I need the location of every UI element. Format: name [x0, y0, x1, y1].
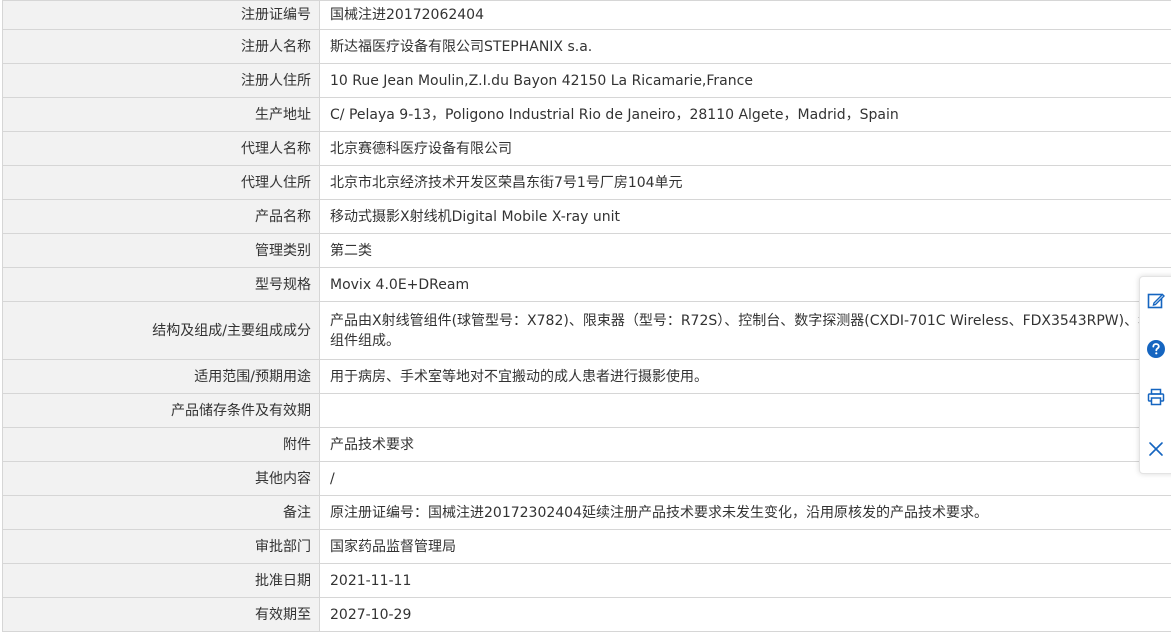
- row-label: 其他内容: [2, 461, 320, 496]
- row-value: 2027-10-29: [319, 597, 1171, 632]
- registration-info-table: 注册证编号 国械注进20172062404 注册人名称 斯达福医疗设备有限公司S…: [2, 0, 1171, 632]
- row-label: 有效期至: [2, 597, 320, 632]
- close-icon: [1149, 442, 1163, 456]
- row-label: 批准日期: [2, 563, 320, 598]
- row-label: 备注: [2, 495, 320, 530]
- row-label: 生产地址: [2, 97, 320, 132]
- table-row: 产品储存条件及有效期: [2, 393, 1171, 428]
- print-icon: [1147, 388, 1165, 406]
- row-label: 管理类别: [2, 233, 320, 268]
- row-value: 原注册证编号：国械注进20172302404延续注册产品技术要求未发生变化，沿用…: [319, 495, 1171, 530]
- row-label: 注册人住所: [2, 63, 320, 98]
- table-row: 备注 原注册证编号：国械注进20172302404延续注册产品技术要求未发生变化…: [2, 495, 1171, 530]
- row-label: 附件: [2, 427, 320, 462]
- row-value: 2021-11-11: [319, 563, 1171, 598]
- edit-button[interactable]: [1140, 277, 1171, 325]
- page: 注册证编号 国械注进20172062404 注册人名称 斯达福医疗设备有限公司S…: [0, 0, 1171, 633]
- row-label: 注册证编号: [2, 0, 320, 30]
- table-row: 审批部门 国家药品监督管理局: [2, 529, 1171, 564]
- table-row: 管理类别 第二类: [2, 233, 1171, 268]
- table-row: 注册人名称 斯达福医疗设备有限公司STEPHANIX s.a.: [2, 29, 1171, 64]
- row-value: 移动式摄影X射线机Digital Mobile X-ray unit: [319, 199, 1171, 234]
- table-row: 代理人住所 北京市北京经济技术开发区荣昌东街7号1号厂房104单元: [2, 165, 1171, 200]
- table-row: 附件 产品技术要求: [2, 427, 1171, 462]
- close-button[interactable]: [1140, 425, 1171, 473]
- table-row: 生产地址 C/ Pelaya 9-13，Poligono Industrial …: [2, 97, 1171, 132]
- table-row: 代理人名称 北京赛德科医疗设备有限公司: [2, 131, 1171, 166]
- table-row: 其他内容 /: [2, 461, 1171, 496]
- row-value: Movix 4.0E+DReam: [319, 267, 1171, 302]
- row-value: 北京赛德科医疗设备有限公司: [319, 131, 1171, 166]
- table-row: 结构及组成/主要组成成分 产品由X射线管组件(球管型号：X782)、限束器（型号…: [2, 301, 1171, 360]
- row-label: 型号规格: [2, 267, 320, 302]
- row-value: /: [319, 461, 1171, 496]
- row-label: 结构及组成/主要组成成分: [2, 301, 320, 360]
- row-value: 产品技术要求: [319, 427, 1171, 462]
- row-value: 北京市北京经济技术开发区荣昌东街7号1号厂房104单元: [319, 165, 1171, 200]
- row-value: 国家药品监督管理局: [319, 529, 1171, 564]
- row-value-line: 产品由X射线管组件(球管型号：X782)、限束器（型号：R72S）、控制台、数字…: [330, 312, 1153, 329]
- table-row: 产品名称 移动式摄影X射线机Digital Mobile X-ray unit: [2, 199, 1171, 234]
- row-value: 10 Rue Jean Moulin,Z.I.du Bayon 42150 La…: [319, 63, 1171, 98]
- row-label: 产品名称: [2, 199, 320, 234]
- side-toolbar: [1139, 276, 1171, 474]
- row-value: 用于病房、手术室等地对不宜搬动的成人患者进行摄影使用。: [319, 359, 1171, 394]
- table-row: 适用范围/预期用途 用于病房、手术室等地对不宜搬动的成人患者进行摄影使用。: [2, 359, 1171, 394]
- table-row: 有效期至 2027-10-29: [2, 597, 1171, 632]
- table-row: 注册人住所 10 Rue Jean Moulin,Z.I.du Bayon 42…: [2, 63, 1171, 98]
- row-label: 产品储存条件及有效期: [2, 393, 320, 428]
- print-button[interactable]: [1140, 373, 1171, 421]
- row-label: 注册人名称: [2, 29, 320, 64]
- row-value-line: 组件组成。: [330, 332, 400, 349]
- table-row: 批准日期 2021-11-11: [2, 563, 1171, 598]
- row-label: 审批部门: [2, 529, 320, 564]
- row-label: 代理人住所: [2, 165, 320, 200]
- edit-icon: [1147, 293, 1165, 309]
- row-value: C/ Pelaya 9-13，Poligono Industrial Rio d…: [319, 97, 1171, 132]
- row-value: 第二类: [319, 233, 1171, 268]
- table-row: 型号规格 Movix 4.0E+DReam: [2, 267, 1171, 302]
- table-row: 注册证编号 国械注进20172062404: [2, 0, 1171, 30]
- help-button[interactable]: [1140, 325, 1171, 373]
- row-value: 产品由X射线管组件(球管型号：X782)、限束器（型号：R72S）、控制台、数字…: [319, 301, 1171, 360]
- row-value: 国械注进20172062404: [319, 0, 1171, 30]
- row-label: 代理人名称: [2, 131, 320, 166]
- row-label: 适用范围/预期用途: [2, 359, 320, 394]
- row-value: [319, 393, 1171, 428]
- row-value: 斯达福医疗设备有限公司STEPHANIX s.a.: [319, 29, 1171, 64]
- help-icon: [1147, 340, 1165, 358]
